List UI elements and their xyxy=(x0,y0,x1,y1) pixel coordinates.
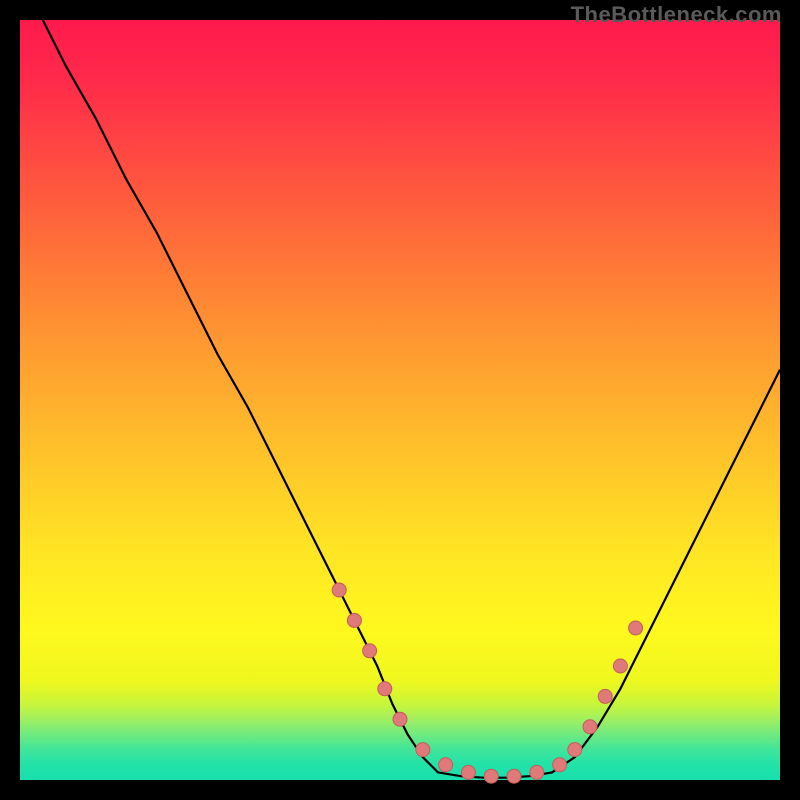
marker-point xyxy=(553,758,567,772)
marker-point xyxy=(568,743,582,757)
marker-point xyxy=(378,682,392,696)
marker-group xyxy=(332,583,642,783)
marker-point xyxy=(332,583,346,597)
marker-point xyxy=(363,644,377,658)
marker-point xyxy=(393,712,407,726)
marker-point xyxy=(347,613,361,627)
curve-layer xyxy=(20,20,780,780)
marker-point xyxy=(484,769,498,783)
marker-point xyxy=(613,659,627,673)
marker-point xyxy=(583,720,597,734)
marker-point xyxy=(439,758,453,772)
watermark-text: TheBottleneck.com xyxy=(571,2,782,28)
chart-stage: TheBottleneck.com xyxy=(0,0,800,800)
marker-point xyxy=(598,689,612,703)
marker-point xyxy=(461,765,475,779)
bottleneck-curve xyxy=(43,20,780,778)
marker-point xyxy=(629,621,643,635)
marker-point xyxy=(530,765,544,779)
marker-point xyxy=(416,743,430,757)
marker-point xyxy=(507,769,521,783)
